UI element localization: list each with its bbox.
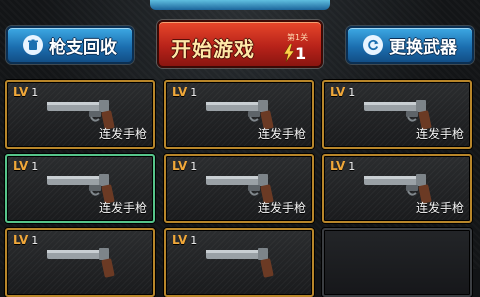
start-game-label: 开始游戏 (171, 37, 255, 61)
level-tag: 第1关 (287, 33, 309, 42)
top-bar: 枪支回收 开始游戏 第1关 1 更换武器 (0, 0, 480, 72)
start-game-button[interactable]: 开始游戏 第1关 1 (157, 20, 323, 68)
recycle-gun-button[interactable]: 枪支回收 (6, 26, 134, 64)
weapon-name: 连发手枪 (98, 201, 147, 215)
trash-icon (23, 35, 43, 55)
pistol-icon (206, 248, 274, 278)
weapon-card[interactable]: LV 1 连发手枪 (5, 80, 155, 149)
weapon-card[interactable]: LV 1 连发手枪 (164, 80, 314, 149)
change-weapon-button[interactable]: 更换武器 (346, 26, 474, 64)
change-weapon-label: 更换武器 (389, 37, 457, 58)
weapon-name: 连发手枪 (415, 201, 464, 215)
weapon-card[interactable]: LV 1 (164, 228, 314, 297)
weapon-name: 连发手枪 (98, 127, 147, 141)
level-label: LV 1 (172, 85, 198, 99)
level-label: LV 1 (172, 159, 198, 173)
empty-weapon-slot[interactable] (322, 228, 472, 297)
level-label: LV 1 (13, 159, 39, 173)
weapon-card[interactable]: LV 1 连发手枪 (164, 154, 314, 223)
level-label: LV 1 (13, 233, 39, 247)
level-label: LV 1 (330, 85, 356, 99)
weapon-card-selected[interactable]: LV 1 连发手枪 (5, 154, 155, 223)
level-number: 1 (295, 44, 307, 63)
bolt-icon (283, 44, 295, 62)
level-label: LV 1 (172, 233, 198, 247)
level-label: LV 1 (330, 159, 356, 173)
weapon-name: 连发手枪 (415, 127, 464, 141)
recycle-gun-label: 枪支回收 (49, 37, 117, 58)
weapon-name: 连发手枪 (257, 127, 306, 141)
weapon-name: 连发手枪 (257, 201, 306, 215)
level-label: LV 1 (13, 85, 39, 99)
pistol-icon (47, 248, 115, 278)
weapon-card[interactable]: LV 1 (5, 228, 155, 297)
weapon-card[interactable]: LV 1 连发手枪 (322, 80, 472, 149)
weapon-card[interactable]: LV 1 连发手枪 (322, 154, 472, 223)
top-glow-decoration (150, 0, 330, 10)
refresh-icon (363, 35, 383, 55)
